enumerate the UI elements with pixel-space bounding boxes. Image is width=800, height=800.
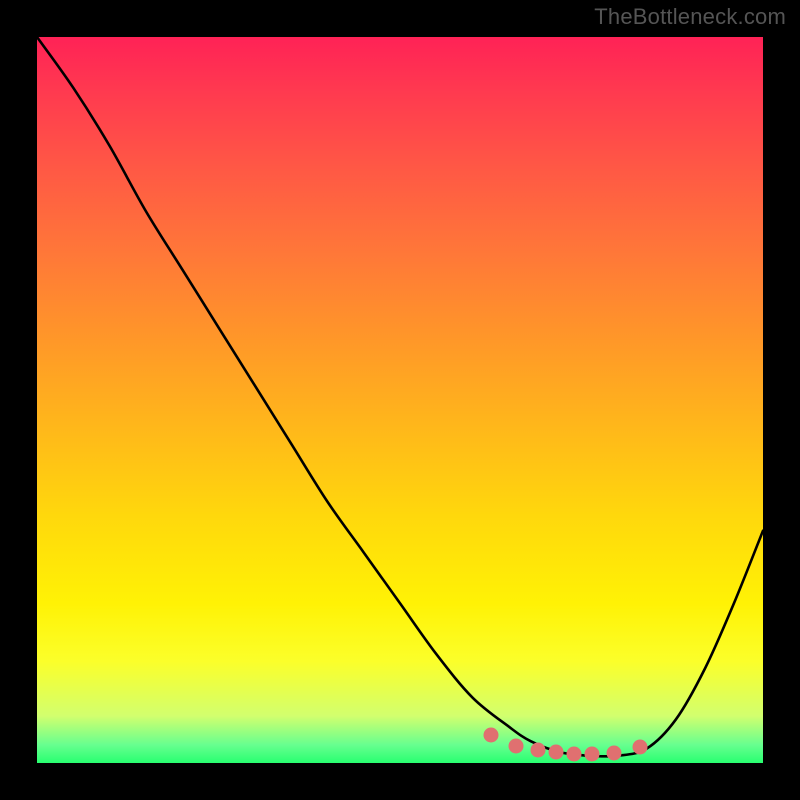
highlight-dot bbox=[567, 746, 582, 761]
chart-container: TheBottleneck.com bbox=[0, 0, 800, 800]
highlight-dot bbox=[632, 740, 647, 755]
highlight-dot bbox=[585, 747, 600, 762]
highlight-dot bbox=[509, 738, 524, 753]
highlight-dot bbox=[549, 745, 564, 760]
highlight-dots-layer bbox=[37, 37, 763, 763]
highlight-dot bbox=[530, 742, 545, 757]
highlight-dot bbox=[483, 728, 498, 743]
plot-area bbox=[37, 37, 763, 763]
highlight-dot bbox=[607, 745, 622, 760]
watermark-text: TheBottleneck.com bbox=[594, 4, 786, 30]
